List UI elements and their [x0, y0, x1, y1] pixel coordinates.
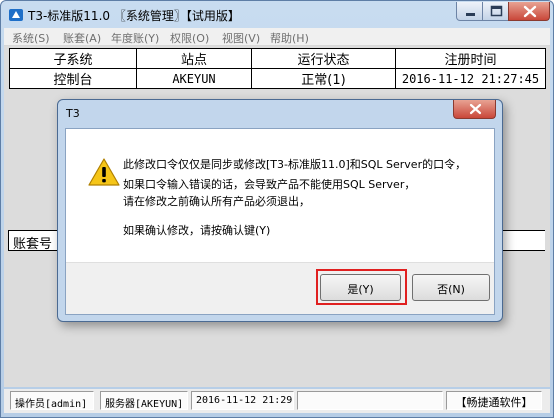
subsystem-table: 子系统 站点 运行状态 注册时间 控制台 AKEYUN 正常(1) 2016-1… — [9, 48, 546, 89]
menu-system[interactable]: 系统(S) — [12, 30, 50, 46]
status-operator: 操作员[admin] — [10, 391, 94, 410]
close-button[interactable] — [508, 2, 550, 21]
dialog-body: 此修改口令仅仅是同步或修改[T3-标准版11.0]和SQL Server的口令，… — [65, 128, 495, 315]
column-header-register-time: 注册时间 — [395, 48, 546, 69]
dialog-message-line: 请在修改之前确认所有产品必须退出， — [123, 195, 310, 208]
cell-status: 正常(1) — [251, 68, 396, 89]
menu-permissions[interactable]: 权限(O) — [170, 30, 209, 46]
yes-button[interactable]: 是(Y) — [320, 274, 401, 301]
warning-icon — [88, 158, 120, 186]
app-icon — [9, 9, 23, 21]
maximize-button[interactable] — [482, 2, 509, 21]
dialog-title: T3 — [66, 107, 80, 120]
no-button[interactable]: 否(N) — [412, 274, 490, 301]
table-row[interactable]: 控制台 AKEYUN 正常(1) 2016-11-12 21:27:45 — [9, 68, 546, 89]
menu-annual-account[interactable]: 年度账(Y) — [111, 30, 159, 46]
column-header-status: 运行状态 — [251, 48, 396, 69]
title-bar: T3-标准版11.0 〖系统管理〗【试用版】 — [1, 1, 553, 28]
menu-account-set[interactable]: 账套(A) — [63, 30, 101, 46]
dialog-message-line: 如果确认修改，请按确认键(Y) — [123, 224, 271, 237]
maximize-icon — [490, 5, 503, 17]
menu-bar: 系统(S) 账套(A) 年度账(Y) 权限(O) 视图(V) 帮助(H) — [4, 28, 550, 46]
minimize-icon — [466, 13, 475, 16]
cell-subsystem: 控制台 — [9, 68, 137, 89]
dialog-close-button[interactable] — [453, 100, 496, 119]
status-version: 【畅捷通软件】 — [446, 391, 542, 410]
close-icon — [523, 5, 537, 18]
status-bar: 操作员[admin] 服务器[AKEYUN] 2016-11-12 21:29 … — [4, 389, 550, 413]
column-header-site: 站点 — [136, 48, 252, 69]
menu-view[interactable]: 视图(V) — [222, 30, 260, 46]
cell-register-time: 2016-11-12 21:27:45 — [395, 68, 546, 89]
cell-site: AKEYUN — [136, 68, 252, 89]
dialog-message-line: 此修改口令仅仅是同步或修改[T3-标准版11.0]和SQL Server的口令， — [123, 158, 467, 171]
status-datetime: 2016-11-12 21:29 — [191, 391, 294, 410]
window-title: T3-标准版11.0 〖系统管理〗【试用版】 — [28, 9, 240, 23]
column-header-subsystem: 子系统 — [9, 48, 137, 69]
status-server: 服务器[AKEYUN] — [100, 391, 188, 410]
status-empty-panel — [297, 391, 443, 410]
table-header-row: 子系统 站点 运行状态 注册时间 — [9, 48, 546, 69]
menu-help[interactable]: 帮助(H) — [270, 30, 309, 46]
confirm-dialog: T3 此修改口令仅仅是同步或修改[T3-标准版11.0]和SQL Server的… — [57, 99, 503, 322]
close-icon — [469, 103, 482, 115]
dialog-message-line: 如果口令输入错误的话，会导致产品不能使用SQL Server， — [123, 178, 416, 191]
minimize-button[interactable] — [456, 2, 483, 21]
